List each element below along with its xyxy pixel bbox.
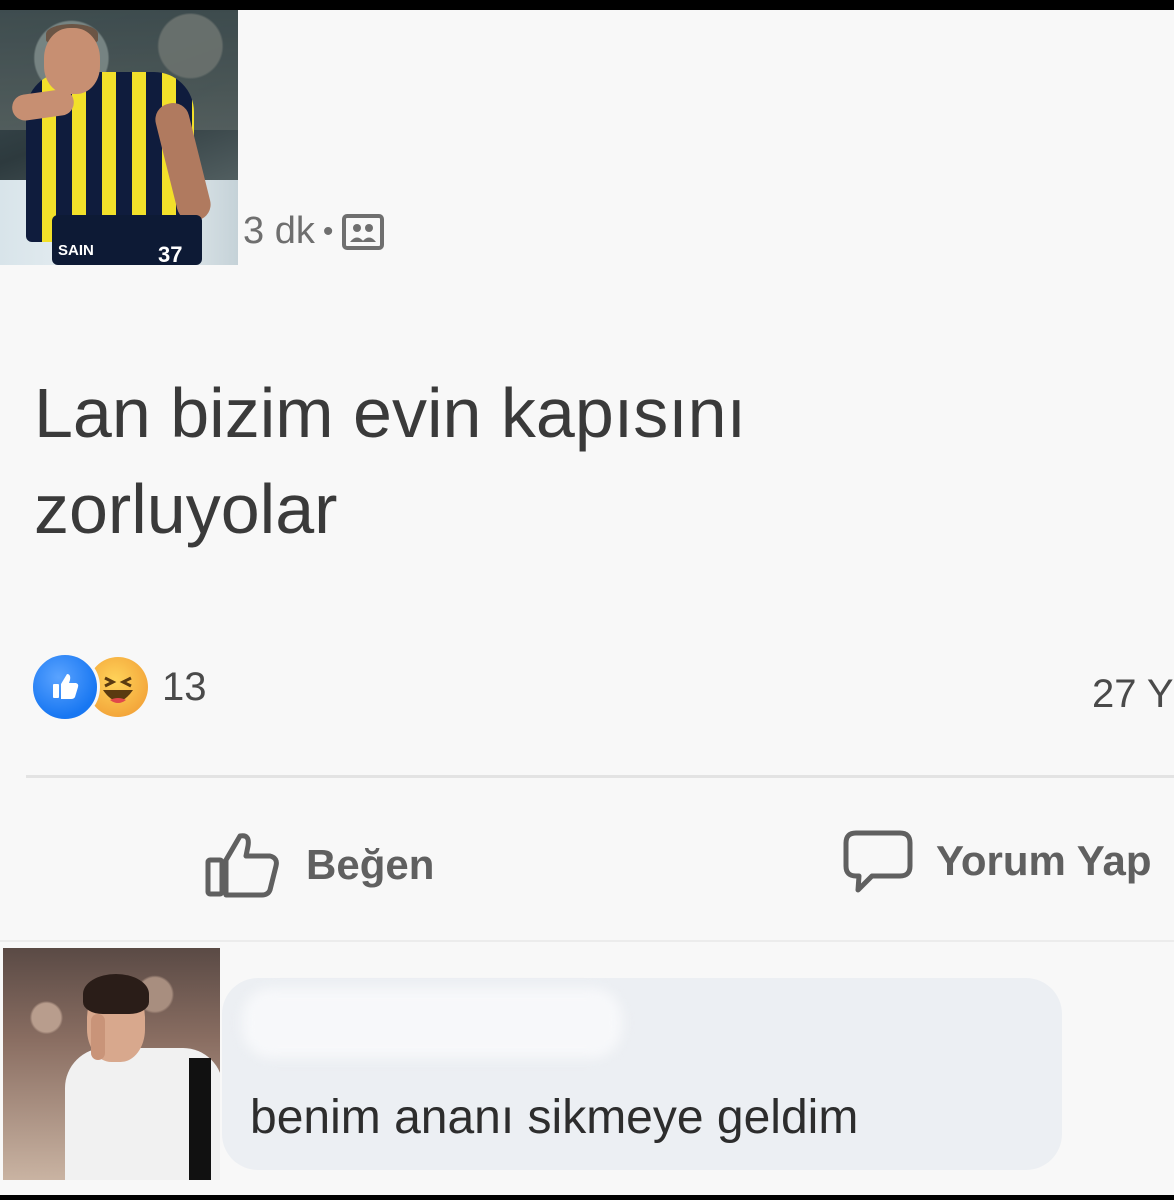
divider <box>0 940 1174 942</box>
post-time[interactable]: 3 dk <box>243 210 315 253</box>
like-button-label: Beğen <box>306 841 435 888</box>
meta-separator: • <box>322 214 334 248</box>
author-avatar[interactable]: SAIN 37 <box>0 10 238 265</box>
reaction-count: 13 <box>162 664 207 709</box>
comment-text: benim ananı sikmeye geldim <box>250 1091 859 1144</box>
like-button[interactable]: Beğen <box>204 830 434 900</box>
comment-button[interactable]: Yorum Yap <box>842 828 1152 894</box>
commenter-name-blurred[interactable] <box>242 988 622 1058</box>
comment-button-label: Yorum Yap <box>936 837 1152 884</box>
comment-bubble-icon <box>843 830 913 893</box>
avatar-sponsor-text: SAIN <box>58 242 94 259</box>
commenter-avatar[interactable] <box>3 948 220 1180</box>
post-text-line: zorluyolar <box>34 470 338 548</box>
post-meta: 3 dk • <box>243 210 385 253</box>
reaction-summary[interactable]: 13 <box>30 652 207 722</box>
divider <box>26 775 1174 778</box>
post-text-line: Lan bizim evin kapısını <box>34 374 747 452</box>
post-text: Lan bizim evin kapısını zorluyolar <box>34 365 1034 557</box>
like-reaction-icon <box>30 652 100 722</box>
avatar-shirt-stripe <box>189 1058 211 1180</box>
friends-icon[interactable] <box>341 213 385 251</box>
avatar-finger <box>91 1014 105 1060</box>
post-card: SAIN 37 3 dk • Lan bizim evin kapısını z… <box>0 10 1174 1195</box>
comment-count[interactable]: 27 Y <box>1092 672 1174 717</box>
avatar-jersey-number: 37 <box>158 242 183 265</box>
avatar-head <box>44 28 100 94</box>
avatar-hair <box>83 974 149 1014</box>
thumbs-up-icon <box>205 833 279 898</box>
